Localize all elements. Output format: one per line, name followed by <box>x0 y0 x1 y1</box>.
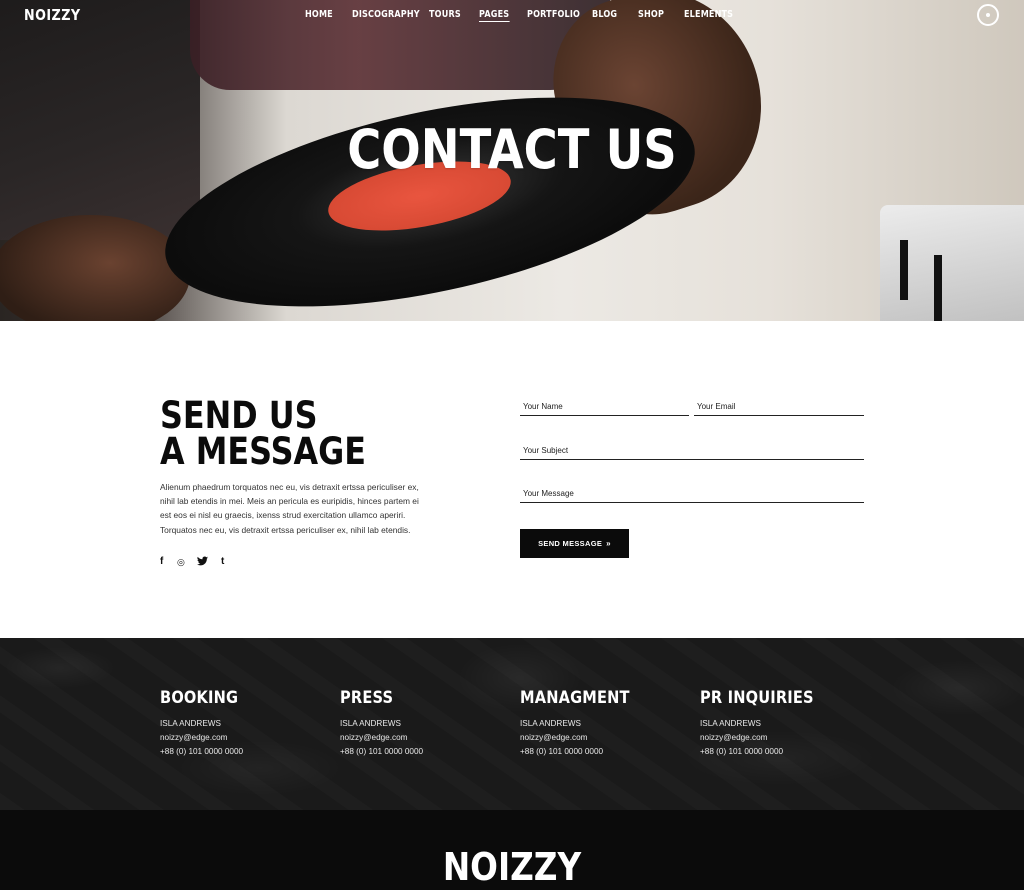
info-contact-email[interactable]: noizzy@edge.com <box>700 731 832 745</box>
info-column-title: PRESS <box>340 688 394 708</box>
info-contact-email[interactable]: noizzy@edge.com <box>520 731 648 745</box>
send-message-label: SEND MESSAGE <box>538 539 603 548</box>
email-field-placeholder: Your Email <box>697 402 736 411</box>
tumblr-icon[interactable]: t <box>221 556 224 568</box>
info-contact-phone: +88 (0) 101 0000 0000 <box>340 747 424 757</box>
info-contact-phone: +88 (0) 101 0000 0000 <box>700 747 784 757</box>
nav-item-home[interactable]: HOME <box>305 9 333 20</box>
instagram-icon[interactable]: ◎ <box>177 556 185 568</box>
circle-dot-menu-icon[interactable] <box>977 4 999 26</box>
nav-item-discography[interactable]: DISCOGRAPHY <box>352 9 420 20</box>
page-title: CONTACT US <box>347 118 677 181</box>
heading-line-2: A MESSAGE <box>160 430 366 473</box>
footer-logo[interactable]: NOIZZY <box>72 845 953 889</box>
info-contact-phone: +88 (0) 101 0000 0000 <box>160 747 244 757</box>
info-column-press: PRESS ISLA ANDREWS noizzy@edge.com +88 (… <box>340 688 423 760</box>
info-contact-email[interactable]: noizzy@edge.com <box>340 731 423 745</box>
main-nav: HOME DISCOGRAPHY TOURS PAGES PORTFOLIO B… <box>0 9 1024 25</box>
contact-info-section <box>0 638 1024 810</box>
message-field-placeholder: Your Message <box>523 489 574 498</box>
heading-line-1: SEND US <box>160 394 318 437</box>
send-message-heading: SEND US A MESSAGE <box>160 394 366 473</box>
info-contact-name: ISLA ANDREWS <box>520 719 581 728</box>
info-contact-name: ISLA ANDREWS <box>340 719 401 728</box>
info-contact-name: ISLA ANDREWS <box>160 719 221 728</box>
info-contact-name: ISLA ANDREWS <box>700 719 761 728</box>
info-column-pr-inquiries: PR INQUIRIES ISLA ANDREWS noizzy@edge.co… <box>700 688 832 760</box>
nav-item-tours[interactable]: TOURS <box>429 9 461 20</box>
email-field[interactable]: Your Email <box>694 402 864 416</box>
info-column-title: MANAGMENT <box>520 688 630 708</box>
contact-description: Alienum phaedrum torquatos nec eu, vis d… <box>160 482 419 535</box>
message-field[interactable]: Your Message <box>520 489 864 503</box>
record-player-strap <box>934 255 942 321</box>
record-player-strap <box>900 240 908 300</box>
twitter-icon[interactable] <box>197 556 208 569</box>
info-column-title: BOOKING <box>160 688 239 708</box>
name-field[interactable]: Your Name <box>520 402 689 416</box>
double-chevron-right-icon: » <box>606 539 611 548</box>
info-contact-phone: +88 (0) 101 0000 0000 <box>520 747 604 757</box>
subject-field[interactable]: Your Subject <box>520 446 864 460</box>
nav-item-blog[interactable]: BLOG <box>592 9 617 20</box>
info-column-title: PR INQUIRIES <box>700 688 814 708</box>
info-contact-email[interactable]: noizzy@edge.com <box>160 731 251 745</box>
nav-item-portfolio[interactable]: PORTFOLIO <box>527 9 580 20</box>
nav-item-elements[interactable]: ELEMENTS <box>684 9 733 20</box>
nav-item-shop[interactable]: SHOP <box>638 9 664 20</box>
info-column-booking: BOOKING ISLA ANDREWS noizzy@edge.com +88… <box>160 688 251 760</box>
nav-item-pages[interactable]: PAGES <box>479 9 510 22</box>
facebook-icon[interactable]: f <box>160 556 163 568</box>
graffiti-background-pattern <box>0 638 1024 810</box>
subject-field-placeholder: Your Subject <box>523 446 569 455</box>
name-field-placeholder: Your Name <box>523 402 563 411</box>
send-message-button[interactable]: SEND MESSAGE » <box>520 529 629 558</box>
info-column-managment: MANAGMENT ISLA ANDREWS noizzy@edge.com +… <box>520 688 648 760</box>
